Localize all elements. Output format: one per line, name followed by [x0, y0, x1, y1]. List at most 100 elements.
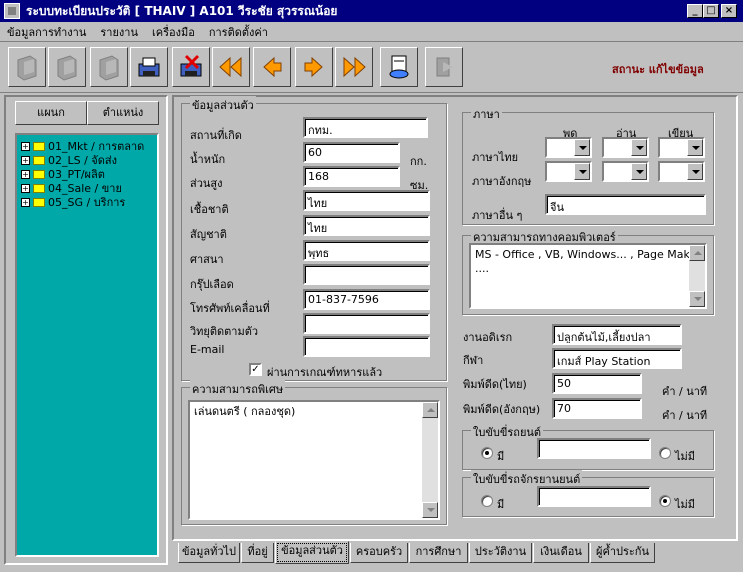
nationality-field[interactable]: ไทย: [303, 215, 430, 236]
scroll-down-icon[interactable]: [422, 502, 438, 518]
special-skills-text: เล่นดนตรี ( กลองชุด): [194, 405, 296, 418]
english-language-label: ภาษาอังกฤษ: [472, 175, 532, 188]
chevron-down-icon[interactable]: [631, 139, 647, 156]
chevron-down-icon[interactable]: [574, 139, 590, 156]
car-license-field[interactable]: [537, 438, 651, 459]
minimize-button[interactable]: _: [687, 4, 703, 18]
typing-thai-field[interactable]: 50: [552, 373, 642, 394]
expand-icon[interactable]: +: [21, 155, 30, 165]
app-icon: [4, 3, 20, 19]
print-button[interactable]: [380, 47, 418, 87]
car-license-no-label: ไม่มี: [675, 450, 696, 463]
other-language-label: ภาษาอื่น ๆ: [472, 209, 523, 222]
weight-label: น้ำหนัก: [190, 153, 226, 166]
race-label: เชื้อชาติ: [190, 203, 229, 216]
maximize-button[interactable]: □: [703, 4, 719, 18]
thai-speak-select[interactable]: [545, 137, 592, 158]
folder-icon: [33, 183, 45, 193]
tab-family[interactable]: ครอบครัว: [350, 543, 408, 563]
computer-disabled-icon: [57, 55, 77, 81]
race-field[interactable]: ไทย: [303, 190, 430, 211]
save-button[interactable]: [130, 47, 168, 87]
pager-label: วิทยุติดตามตัว: [190, 325, 259, 338]
blood-type-field[interactable]: [303, 264, 430, 285]
previous-record-icon: [263, 56, 282, 78]
typing-english-field[interactable]: 70: [552, 398, 642, 419]
previous-record-button[interactable]: [253, 47, 291, 87]
english-write-select[interactable]: [658, 161, 705, 182]
pager-field[interactable]: [303, 313, 430, 334]
menu-report[interactable]: รายงาน: [93, 23, 145, 41]
tab-general[interactable]: ข้อมูลทั่วไป: [178, 543, 240, 563]
computer-skills-text: MS - Office , VB, Windows... , Page Make…: [475, 248, 701, 275]
military-checkbox[interactable]: ✓: [249, 363, 262, 376]
nationality-label: สัญชาติ: [190, 228, 227, 241]
expand-icon[interactable]: +: [21, 197, 30, 207]
scroll-down-icon[interactable]: [689, 291, 705, 307]
tab-work-history[interactable]: ประวัติงาน: [469, 543, 532, 563]
delete-button[interactable]: [172, 47, 210, 87]
first-record-button[interactable]: [212, 47, 250, 87]
sport-field[interactable]: เกมส์ Play Station: [552, 348, 682, 369]
tab-address[interactable]: ที่อยู่: [241, 543, 274, 563]
hobby-field[interactable]: ปลูกต้นไม้,เลี้ยงปลา: [552, 324, 682, 345]
chevron-down-icon[interactable]: [687, 163, 703, 180]
car-license-yes-radio[interactable]: [481, 447, 493, 459]
group-title: ใบขับขี่รถยนต์: [471, 423, 544, 441]
title-bar: ระบบทะเบียนประวัติ [ THAIV ] A101 วีระชั…: [0, 0, 743, 22]
tab-salary[interactable]: เงินเดือน: [533, 543, 589, 563]
tab-education[interactable]: การศึกษา: [409, 543, 468, 563]
tab-personal[interactable]: ข้อมูลส่วนตัว: [275, 541, 349, 564]
computer-disabled-icon: [99, 55, 119, 81]
religion-field[interactable]: พุทธ: [303, 240, 430, 261]
menu-work-data[interactable]: ข้อมูลการทำงาน: [0, 23, 93, 41]
computer-skills-textarea[interactable]: MS - Office , VB, Windows... , Page Make…: [469, 243, 707, 309]
english-speak-select[interactable]: [545, 161, 592, 182]
chevron-down-icon[interactable]: [574, 163, 590, 180]
new-record-button[interactable]: [8, 47, 46, 87]
other-language-field[interactable]: จีน: [545, 194, 706, 215]
menu-settings[interactable]: การติดตั้งค่า: [202, 23, 275, 41]
english-read-select[interactable]: [602, 161, 649, 182]
weight-field[interactable]: 60: [303, 142, 400, 163]
edit-record-button[interactable]: [48, 47, 86, 87]
sport-label: กีฬา: [463, 354, 484, 367]
thai-read-select[interactable]: [602, 137, 649, 158]
dept-tab[interactable]: แผนก: [15, 101, 87, 125]
email-label: E-mail: [190, 343, 225, 356]
special-skills-textarea[interactable]: เล่นดนตรี ( กลองชุด): [188, 400, 440, 520]
thai-write-select[interactable]: [658, 137, 705, 158]
last-record-button[interactable]: [335, 47, 373, 87]
hobby-label: งานอดิเรก: [463, 331, 513, 344]
chevron-down-icon[interactable]: [687, 139, 703, 156]
view-record-button[interactable]: [90, 47, 128, 87]
expand-icon[interactable]: +: [21, 183, 30, 193]
scroll-up-icon[interactable]: [689, 245, 705, 261]
position-tab[interactable]: ตำแหน่ง: [87, 101, 159, 125]
birthplace-field[interactable]: กทม.: [303, 117, 428, 138]
tab-guarantor[interactable]: ผู้ค้ำประกัน: [590, 543, 655, 563]
chevron-down-icon[interactable]: [631, 163, 647, 180]
expand-icon[interactable]: +: [21, 169, 30, 179]
motorcycle-license-yes-radio[interactable]: [481, 495, 493, 507]
car-license-no-radio[interactable]: [659, 447, 671, 459]
vertical-scrollbar[interactable]: [422, 402, 438, 518]
vertical-scrollbar[interactable]: [689, 245, 705, 307]
window-title: ระบบทะเบียนประวัติ [ THAIV ] A101 วีระชั…: [26, 3, 338, 18]
first-record-icon: [219, 56, 242, 78]
close-button[interactable]: ×: [721, 4, 737, 18]
motorcycle-license-no-radio[interactable]: [659, 495, 671, 507]
mobile-field[interactable]: 01-837-7596: [303, 289, 430, 310]
email-field[interactable]: [303, 336, 430, 357]
next-record-button[interactable]: [295, 47, 333, 87]
print-icon: [389, 55, 409, 79]
menu-tools[interactable]: เครื่องมือ: [145, 23, 202, 41]
last-record-icon: [343, 56, 366, 78]
tree-item[interactable]: +05_SG / บริการ: [21, 195, 125, 209]
motorcycle-license-field[interactable]: [537, 486, 651, 507]
scroll-up-icon[interactable]: [422, 402, 438, 418]
height-field[interactable]: 168: [303, 166, 400, 187]
expand-icon[interactable]: +: [21, 141, 30, 151]
exit-button[interactable]: [425, 47, 463, 87]
group-title: ข้อมูลส่วนตัว: [190, 96, 256, 114]
